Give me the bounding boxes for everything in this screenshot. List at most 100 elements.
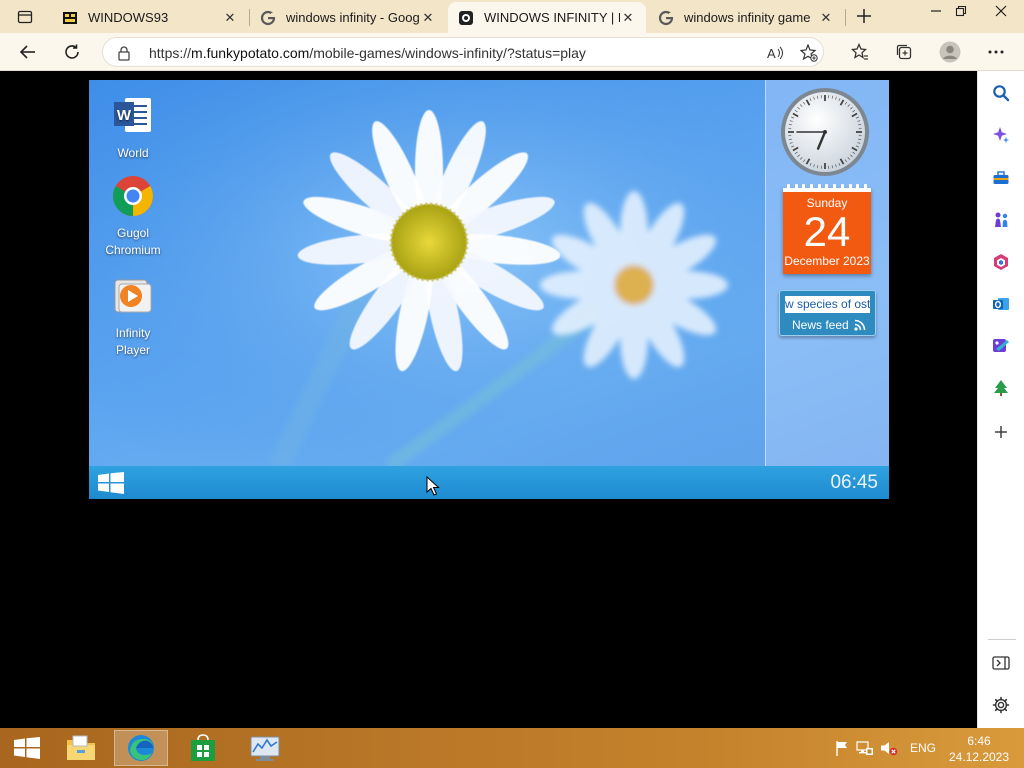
minimize-icon [931,10,941,12]
action-center-button[interactable] [833,739,851,757]
calendar-rings [787,184,867,192]
web-page: W World Gugol Chromium Infinity Player S… [0,71,977,728]
input-language-indicator[interactable]: ENG [910,741,936,755]
collections-button[interactable] [889,37,919,67]
desktop-icon-label: Gugol Chromium [105,226,161,257]
add-favorite-button[interactable] [799,43,819,63]
close-icon[interactable]: ✕ [222,10,238,26]
tab-actions-button[interactable] [8,6,42,28]
favorites-button[interactable] [845,37,875,67]
browser-sidebar [977,71,1024,728]
outlook-icon [993,298,1009,310]
sidebar-copilot-button[interactable] [990,124,1012,146]
calendar-month: December 2023 [784,254,870,268]
desktop-icon-label: Infinity Player [115,326,151,357]
url-host: m.funkypotato.com [191,45,310,61]
funkypotato-favicon-icon [459,10,473,25]
plus-icon [995,426,1007,438]
network-icon [856,741,873,755]
system-clock[interactable]: 6:46 24.12.2023 [944,733,1014,765]
windows-infinity-game[interactable]: W World Gugol Chromium Infinity Player S… [89,80,889,499]
game-taskbar-clock: 06:45 [830,472,878,493]
tab-title: windows infinity - Goog [286,10,420,25]
rss-icon [854,319,866,331]
avatar-icon [939,41,961,63]
sidebar-divider [988,639,1016,640]
collections-icon [896,44,912,60]
office-icon [994,254,1008,270]
desktop-icon-gugol-chromium[interactable]: Gugol Chromium [98,174,168,259]
back-button[interactable] [13,37,43,67]
tab-windows-infinity[interactable]: WINDOWS INFINITY | F ✕ [448,2,646,33]
refresh-icon [65,44,79,59]
read-aloud-icon: A [767,46,783,61]
desktop-icon-infinity-player[interactable]: Infinity Player [98,274,168,359]
close-icon[interactable]: ✕ [818,10,834,26]
sidebar-games-button[interactable] [990,209,1012,231]
browser-toolbar: https://m.funkypotato.com/mobile-games/w… [0,33,1024,71]
news-feed-gadget[interactable]: w species of ost News feed [779,290,876,336]
windows-taskbar: ENG 6:46 24.12.2023 [0,728,1024,768]
taskbar-file-explorer[interactable] [54,730,108,766]
toolbox-icon [993,171,1009,184]
news-feed-label: News feed [792,318,849,332]
store-icon [191,734,215,761]
profile-button[interactable] [935,37,965,67]
taskbar-store[interactable] [176,730,230,766]
windows-logo-icon[interactable] [97,472,125,494]
close-icon[interactable]: ✕ [420,10,436,26]
refresh-button[interactable] [57,37,87,67]
calendar-gadget[interactable]: Sunday 24 December 2023 [783,184,871,274]
sidebar-office-button[interactable] [990,251,1012,273]
sidebar-tree-button[interactable] [990,377,1012,399]
close-icon [995,5,1007,17]
game-taskbar: 06:45 [89,466,889,499]
designer-icon [993,339,1009,352]
sidebar-tools-button[interactable] [990,167,1012,189]
tab-title: windows infinity game [684,10,811,25]
news-ticker: w species of ost [785,296,870,313]
star-plus-icon [800,44,818,62]
tree-icon [994,380,1008,396]
sparkle-icon [993,127,1009,143]
volume-button[interactable] [880,739,898,757]
favorites-icon [851,43,868,60]
network-status-button[interactable] [856,739,874,757]
sidebar-designer-button[interactable] [990,335,1012,357]
read-aloud-button[interactable]: A [765,43,785,63]
browser-tab-strip: WINDOWS93 ✕ windows infinity - Goog ✕ WI… [0,0,1024,33]
close-icon[interactable]: ✕ [620,10,636,26]
sidebar-add-button[interactable] [990,421,1012,443]
desktop-icon-world[interactable]: W World [98,94,168,162]
tab-google-search[interactable]: windows infinity - Goog ✕ [250,2,446,33]
google-favicon-icon [260,10,276,25]
close-window-button[interactable] [986,0,1016,22]
restore-button[interactable] [946,0,976,22]
taskbar-resource-monitor[interactable] [238,730,292,766]
analog-clock-gadget[interactable] [779,86,871,178]
desktop-icon-label: World [117,146,149,160]
lock-icon[interactable] [117,45,131,61]
address-bar[interactable]: https://m.funkypotato.com/mobile-games/w… [102,37,824,67]
performance-monitor-icon [250,736,280,761]
start-button[interactable] [0,730,54,766]
url-path: /mobile-games/windows-infinity/?status=p… [309,45,586,61]
windows-logo-icon [14,737,40,759]
svg-text:A: A [767,46,776,61]
settings-menu-button[interactable] [981,37,1011,67]
more-icon [988,50,1004,54]
folder-icon [67,735,95,760]
sidebar-settings-button[interactable] [990,694,1012,716]
sidebar-search-button[interactable] [990,82,1012,104]
url-scheme: https:// [149,45,192,61]
tab-separator [845,9,846,26]
new-tab-button[interactable] [852,5,876,27]
system-time: 6:46 [967,734,991,748]
tab-windows93[interactable]: WINDOWS93 ✕ [52,2,248,33]
chess-piece-icon [995,212,1008,227]
sidebar-hide-button[interactable] [990,652,1012,674]
taskbar-edge[interactable] [114,730,168,766]
speaker-muted-icon [881,742,898,756]
sidebar-outlook-button[interactable] [990,293,1012,315]
tab-windows-infinity-game[interactable]: windows infinity game ✕ [648,2,844,33]
